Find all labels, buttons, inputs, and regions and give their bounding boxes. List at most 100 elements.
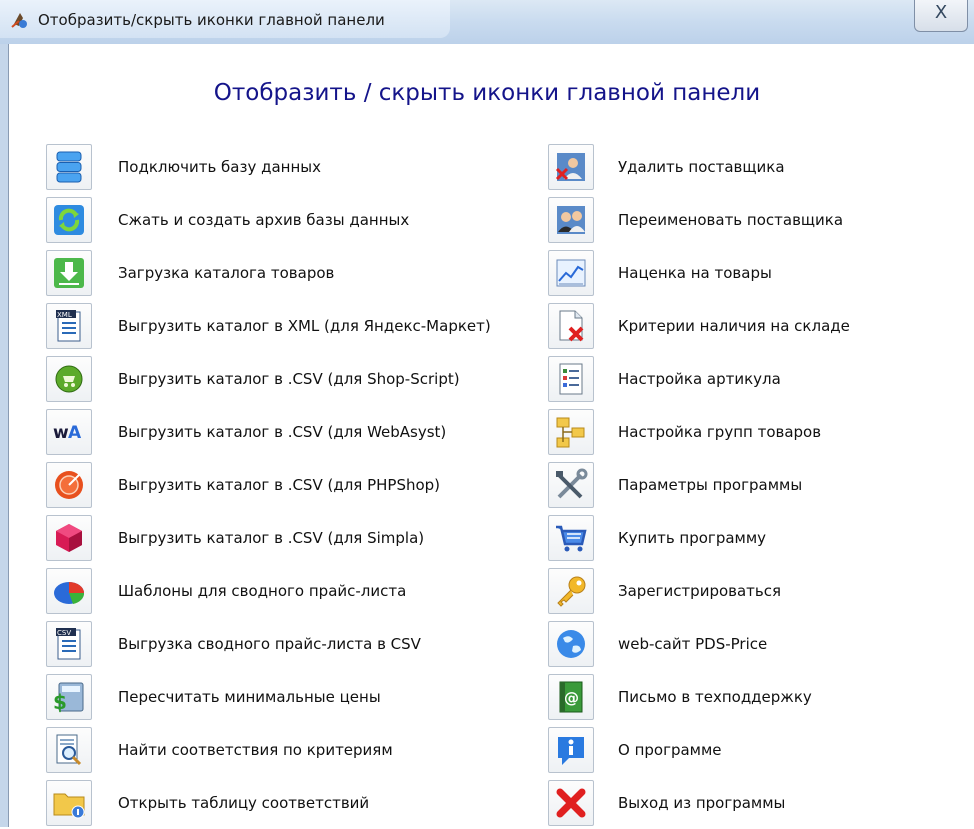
menu-item-group-settings[interactable]: Настройка групп товаров xyxy=(548,405,850,458)
menu-item-export-xml[interactable]: XML Выгрузить каталог в XML (для Яндекс-… xyxy=(46,299,491,352)
menu-item-export-webasyst[interactable]: w A Выгрузить каталог в .CSV (для WebAsy… xyxy=(46,405,491,458)
info-icon xyxy=(558,736,584,765)
menu-item-exit[interactable]: Выход из программы xyxy=(548,776,850,829)
icon-button[interactable] xyxy=(46,567,92,614)
menu-item-compress-db[interactable]: Сжать и создать архив базы данных xyxy=(46,193,491,246)
icon-button[interactable] xyxy=(46,461,92,508)
menu-item-register[interactable]: Зарегистрироваться xyxy=(548,564,850,617)
menu-item-sku-settings[interactable]: Настройка артикула xyxy=(548,352,850,405)
menu-item-label: Параметры программы xyxy=(618,475,803,494)
menu-item-label: Купить программу xyxy=(618,528,767,547)
menu-item-label: Подключить базу данных xyxy=(118,157,322,176)
webasyst-icon: w A xyxy=(53,423,82,443)
refresh-archive-icon xyxy=(54,204,84,235)
svg-text:CSV: CSV xyxy=(57,629,71,637)
menu-item-markup[interactable]: Наценка на товары xyxy=(548,246,850,299)
icon-button[interactable] xyxy=(548,408,594,455)
menu-item-label: Настройка групп товаров xyxy=(618,422,822,441)
title-bar: Отобразить/скрыть иконки главной панели … xyxy=(0,0,974,44)
menu-item-label: Сжать и создать архив базы данных xyxy=(118,210,410,229)
menu-item-label: Настройка артикула xyxy=(618,369,781,388)
download-icon xyxy=(54,257,84,288)
phpshop-icon xyxy=(55,470,83,499)
menu-item-price-templates[interactable]: Шаблоны для сводного прайс-листа xyxy=(46,564,491,617)
right-column: Удалить поставщика Переименовать поставщ… xyxy=(548,140,850,829)
menu-item-label: Зарегистрироваться xyxy=(618,581,782,600)
icon-button[interactable] xyxy=(548,461,594,508)
menu-item-export-simpla[interactable]: Выгрузить каталог в .CSV (для Simpla) xyxy=(46,511,491,564)
csv-file-icon: CSV xyxy=(56,627,81,659)
icon-button[interactable] xyxy=(548,355,594,402)
menu-item-label: Переименовать поставщика xyxy=(618,210,844,229)
menu-item-find-matches[interactable]: Найти соответствия по критериям xyxy=(46,723,491,776)
icon-button[interactable] xyxy=(548,302,594,349)
icon-button[interactable] xyxy=(46,355,92,402)
menu-item-label: Загрузка каталога товаров xyxy=(118,263,335,282)
simpla-icon xyxy=(56,523,82,552)
icon-button[interactable] xyxy=(548,249,594,296)
icon-button[interactable] xyxy=(46,779,92,826)
menu-item-recalc-prices[interactable]: $ Пересчитать минимальные цены xyxy=(46,670,491,723)
icon-button[interactable] xyxy=(548,514,594,561)
icon-button[interactable]: @ xyxy=(548,673,594,720)
svg-text:A: A xyxy=(68,423,82,443)
menu-item-label: Выгрузить каталог в .CSV (для PHPShop) xyxy=(118,475,441,494)
icon-button[interactable] xyxy=(548,779,594,826)
menu-item-about[interactable]: О программе xyxy=(548,723,850,776)
database-icon xyxy=(56,151,82,182)
menu-item-website[interactable]: web-сайт PDS-Price xyxy=(548,617,850,670)
icon-button[interactable] xyxy=(46,726,92,773)
svg-text:w: w xyxy=(53,423,69,443)
icon-button[interactable] xyxy=(548,143,594,190)
globe-icon xyxy=(557,629,585,658)
svg-text:XML: XML xyxy=(57,311,72,319)
checklist-icon xyxy=(559,363,583,394)
icon-button[interactable] xyxy=(548,196,594,243)
menu-item-rename-supplier[interactable]: Переименовать поставщика xyxy=(548,193,850,246)
close-button[interactable]: X xyxy=(914,0,968,32)
pie-chart-icon xyxy=(54,581,85,604)
groups-icon xyxy=(556,417,585,447)
icon-button[interactable] xyxy=(548,567,594,614)
menu-item-program-settings[interactable]: Параметры программы xyxy=(548,458,850,511)
menu-item-export-price-csv[interactable]: CSV Выгрузка сводного прайс-листа в CSV xyxy=(46,617,491,670)
menu-item-export-phpshop[interactable]: Выгрузить каталог в .CSV (для PHPShop) xyxy=(46,458,491,511)
icon-button[interactable]: CSV xyxy=(46,620,92,667)
menu-item-connect-db[interactable]: Подключить базу данных xyxy=(46,140,491,193)
svg-text:$: $ xyxy=(53,690,67,714)
title-tab: Отобразить/скрыть иконки главной панели xyxy=(0,0,450,38)
icon-button[interactable] xyxy=(46,514,92,561)
menu-item-label: Письмо в техподдержку xyxy=(618,687,812,706)
menu-item-label: Выгрузить каталог в .CSV (для Simpla) xyxy=(118,528,425,547)
menu-item-open-matches-table[interactable]: Открыть таблицу соответствий xyxy=(46,776,491,829)
icon-button[interactable] xyxy=(548,726,594,773)
xml-file-icon: XML xyxy=(56,309,81,341)
menu-item-label: Шаблоны для сводного прайс-листа xyxy=(118,581,407,600)
key-icon xyxy=(557,576,586,607)
cart-icon xyxy=(556,525,587,551)
icon-button[interactable]: $ xyxy=(46,673,92,720)
icon-button[interactable] xyxy=(46,143,92,190)
left-column: Подключить базу данных Сжать и создать а… xyxy=(46,140,491,829)
icon-button[interactable]: XML xyxy=(46,302,92,349)
page-title: Отобразить / скрыть иконки главной панел… xyxy=(213,80,761,106)
document-x-icon xyxy=(559,310,584,341)
menu-item-label: Пересчитать минимальные цены xyxy=(118,687,381,706)
menu-item-label: Выгрузка сводного прайс-листа в CSV xyxy=(118,634,421,653)
menu-item-support-email[interactable]: @ Письмо в техподдержку xyxy=(548,670,850,723)
icon-button[interactable] xyxy=(548,620,594,667)
menu-item-delete-supplier[interactable]: Удалить поставщика xyxy=(548,140,850,193)
menu-item-label: Удалить поставщика xyxy=(618,157,785,176)
icon-button[interactable] xyxy=(46,196,92,243)
menu-item-load-catalog[interactable]: Загрузка каталога товаров xyxy=(46,246,491,299)
menu-item-label: Выгрузить каталог в XML (для Яндекс-Марк… xyxy=(118,316,491,335)
menu-item-stock-criteria[interactable]: Критерии наличия на складе xyxy=(548,299,850,352)
shop-script-icon xyxy=(55,365,83,392)
menu-item-export-shopscript[interactable]: Выгрузить каталог в .CSV (для Shop-Scrip… xyxy=(46,352,491,405)
menu-item-label: web-сайт PDS-Price xyxy=(618,634,768,653)
menu-item-buy-program[interactable]: Купить программу xyxy=(548,511,850,564)
menu-item-label: О программе xyxy=(618,740,722,759)
icon-button[interactable]: w A xyxy=(46,408,92,455)
icon-button[interactable] xyxy=(46,249,92,296)
menu-item-label: Найти соответствия по критериям xyxy=(118,740,393,759)
